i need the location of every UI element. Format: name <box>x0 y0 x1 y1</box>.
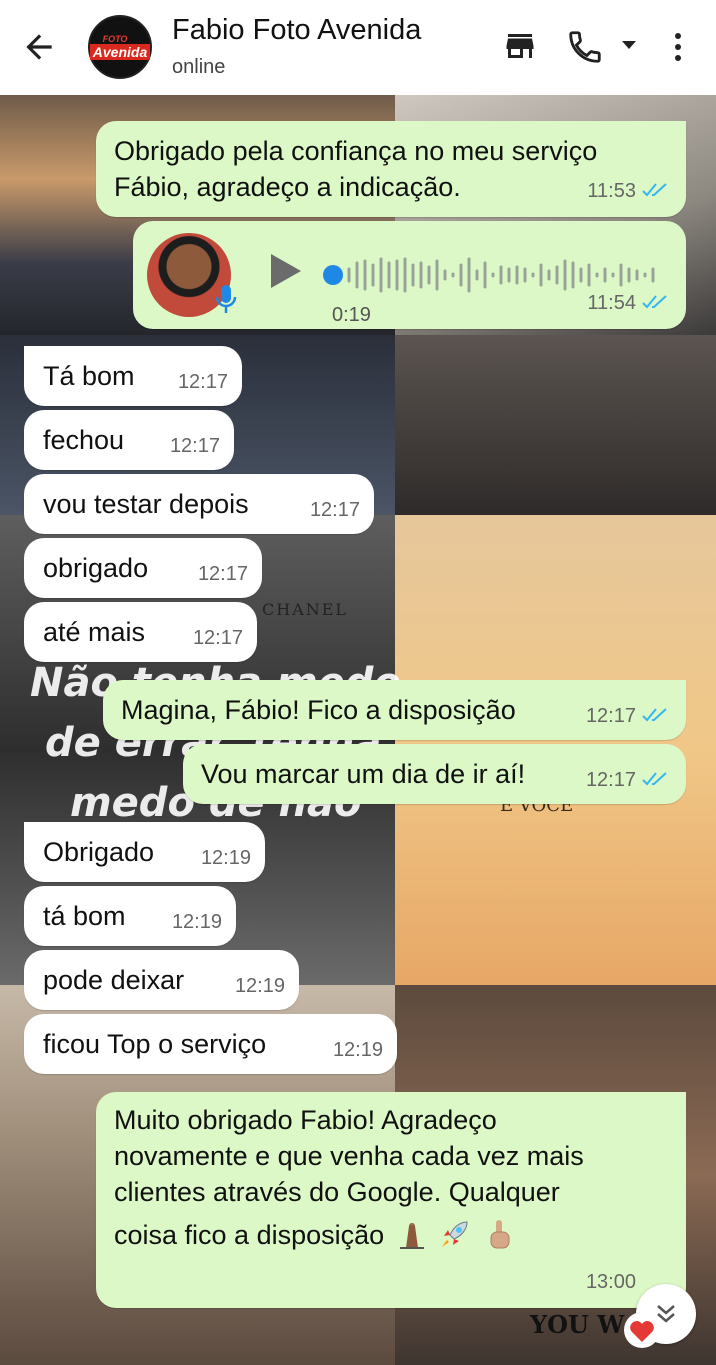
read-ticks-icon <box>642 183 667 197</box>
message-time: 12:17 <box>585 769 636 791</box>
contact-name[interactable]: Fabio Foto Avenida <box>172 14 421 47</box>
message-bubble-incoming[interactable]: até mais 12:17 <box>24 602 257 662</box>
message-time: 12:17 <box>177 371 228 393</box>
message-time: 11:54 <box>587 292 636 314</box>
message-text: novamente e que venha cada vez mais <box>114 1141 584 1171</box>
audio-seek-handle[interactable] <box>323 265 343 285</box>
message-bubble-incoming[interactable]: vou testar depois 12:17 <box>24 474 374 534</box>
contact-status: online <box>172 56 226 78</box>
message-bubble-incoming[interactable]: fechou 12:17 <box>24 410 234 470</box>
message-bubble-incoming[interactable]: Tá bom 12:17 <box>24 346 242 406</box>
message-text: Vou marcar um dia de ir aí! <box>201 759 526 789</box>
message-text: clientes através do Google. Qualquer <box>114 1177 560 1207</box>
message-bubble-incoming[interactable]: tá bom 12:19 <box>24 886 236 946</box>
back-arrow-icon[interactable] <box>20 28 58 66</box>
chevron-down-icon[interactable] <box>620 38 638 56</box>
avatar-text: FOTO <box>102 33 128 44</box>
storefront-icon[interactable] <box>502 28 538 69</box>
message-text: até mais <box>43 617 146 647</box>
message-text: coisa fico a disposição <box>114 1220 385 1250</box>
message-text: Muito obrigado Fabio! Agradeço <box>114 1105 497 1135</box>
play-icon[interactable] <box>265 251 305 291</box>
message-bubble-incoming[interactable]: pode deixar 12:19 <box>24 950 299 1010</box>
message-text: Tá bom <box>43 361 135 391</box>
audio-duration: 0:19 <box>332 304 371 326</box>
message-text: obrigado <box>43 553 149 583</box>
message-text: Obrigado <box>43 837 155 867</box>
message-bubble-outgoing[interactable]: Obrigado pela confiança no meu serviço F… <box>96 121 686 217</box>
wallpaper-keyboard-tile <box>395 335 716 515</box>
avatar[interactable]: FOTO Avenida <box>88 15 152 79</box>
chat-header: FOTO Avenida Fabio Foto Avenida online <box>0 0 716 95</box>
voice-message-bubble[interactable]: 0:19 11:54 <box>133 221 686 329</box>
message-time: 12:19 <box>200 847 251 869</box>
read-ticks-icon <box>642 708 667 722</box>
message-time: 12:19 <box>171 911 222 933</box>
message-text: vou testar depois <box>43 489 249 519</box>
message-time: 12:19 <box>332 1039 383 1061</box>
pointing-up-emoji-icon <box>490 1220 510 1249</box>
message-bubble-outgoing[interactable]: Magina, Fábio! Fico a disposição 12:17 <box>103 680 686 740</box>
message-text: ficou Top o serviço <box>43 1029 267 1059</box>
message-bubble-incoming[interactable]: ficou Top o serviço 12:19 <box>24 1014 397 1074</box>
message-bubble-incoming[interactable]: obrigado 12:17 <box>24 538 262 598</box>
wallpaper-label: CHANEL <box>262 600 349 619</box>
message-bubble-incoming[interactable]: Obrigado 12:19 <box>24 822 265 882</box>
message-text: tá bom <box>43 901 126 931</box>
message-time: 13:00 <box>585 1271 636 1293</box>
message-text: fechou <box>43 425 125 455</box>
message-time: 12:17 <box>309 499 360 521</box>
message-time: 12:17 <box>197 563 248 585</box>
avatar-text: Avenida <box>89 43 151 60</box>
more-options-icon[interactable] <box>668 28 688 71</box>
message-time: 12:19 <box>234 975 285 997</box>
microphone-icon <box>215 285 237 313</box>
message-bubble-outgoing[interactable]: Vou marcar um dia de ir aí! 12:17 <box>183 744 686 804</box>
message-text: Magina, Fábio! Fico a disposição <box>121 695 516 725</box>
message-time: 12:17 <box>585 705 636 727</box>
message-time: 12:17 <box>169 435 220 457</box>
phone-call-icon[interactable] <box>566 28 604 71</box>
wallpaper-label: YOU W <box>530 1310 625 1339</box>
message-time: 12:17 <box>192 627 243 649</box>
message-text: Obrigado pela confiança no meu serviço <box>114 136 598 166</box>
message-time: 11:53 <box>587 180 636 202</box>
read-ticks-icon <box>642 295 667 309</box>
rocket-emoji-icon <box>442 1221 468 1247</box>
message-text: Fábio, agradeço a indicação. <box>114 172 461 202</box>
message-text: pode deixar <box>43 965 185 995</box>
folded-hands-emoji-icon <box>399 1223 424 1249</box>
heart-reaction-icon <box>624 1312 660 1348</box>
read-ticks-icon <box>642 772 667 786</box>
message-bubble-outgoing[interactable]: Muito obrigado Fabio! Agradeço novamente… <box>96 1092 686 1308</box>
